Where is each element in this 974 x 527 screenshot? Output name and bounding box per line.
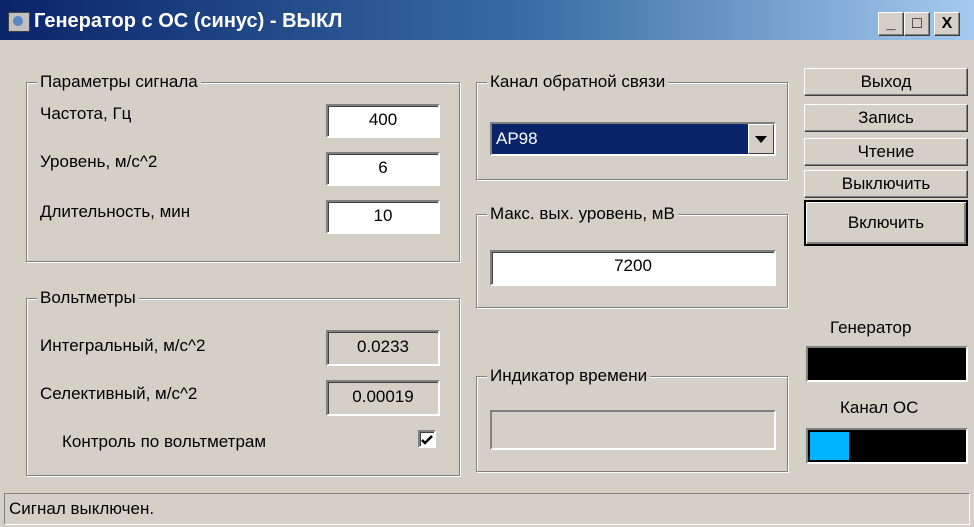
- maximize-button[interactable]: □: [904, 12, 930, 36]
- control-checkbox[interactable]: [418, 430, 436, 448]
- close-button[interactable]: X: [934, 12, 960, 36]
- feedback-channel-legend: Канал обратной связи: [487, 72, 669, 92]
- window-title: Генератор с ОС (синус) - ВЫКЛ: [34, 10, 343, 32]
- duration-label: Длительность, мин: [40, 202, 191, 221]
- channel-label: Канал ОС: [840, 398, 919, 417]
- max-output-input[interactable]: 7200: [490, 250, 776, 286]
- record-button[interactable]: Запись: [804, 104, 968, 132]
- channel-level-bar: [806, 428, 968, 464]
- control-label: Контроль по вольтметрам: [62, 432, 267, 451]
- level-input[interactable]: 6: [326, 152, 440, 186]
- integral-value: 0.0233: [326, 330, 440, 366]
- frequency-label: Частота, Гц: [40, 104, 132, 123]
- feedback-channel-value: AP98: [496, 129, 538, 148]
- selective-label: Селективный, м/с^2: [40, 384, 198, 403]
- selective-value: 0.00019: [326, 380, 440, 416]
- voltmeters-legend: Вольтметры: [37, 288, 139, 308]
- signal-params-legend: Параметры сигнала: [37, 72, 201, 92]
- title-bar: Генератор с ОС (синус) - ВЫКЛ _ □ X: [0, 0, 974, 40]
- minimize-button[interactable]: _: [878, 12, 904, 36]
- read-button[interactable]: Чтение: [804, 138, 968, 166]
- app-icon[interactable]: [8, 12, 30, 32]
- generator-level-bar: [806, 346, 968, 382]
- generator-label: Генератор: [830, 318, 912, 337]
- feedback-channel-select[interactable]: AP98: [490, 122, 776, 156]
- integral-label: Интегральный, м/с^2: [40, 336, 206, 355]
- max-output-legend: Макс. вых. уровень, мВ: [487, 204, 678, 224]
- checkmark-icon: [421, 435, 433, 445]
- channel-level-fill: [810, 432, 849, 460]
- turn-off-button[interactable]: Выключить: [804, 170, 968, 198]
- time-indicator-legend: Индикатор времени: [487, 366, 651, 386]
- level-label: Уровень, м/с^2: [40, 152, 158, 171]
- status-bar: Сигнал выключен.: [4, 493, 970, 525]
- frequency-input[interactable]: 400: [326, 104, 440, 138]
- duration-input[interactable]: 10: [326, 200, 440, 234]
- turn-on-button[interactable]: Включить: [804, 200, 968, 246]
- time-progress-bar: [490, 410, 776, 450]
- chevron-down-icon[interactable]: [748, 124, 774, 154]
- exit-button[interactable]: Выход: [804, 68, 968, 96]
